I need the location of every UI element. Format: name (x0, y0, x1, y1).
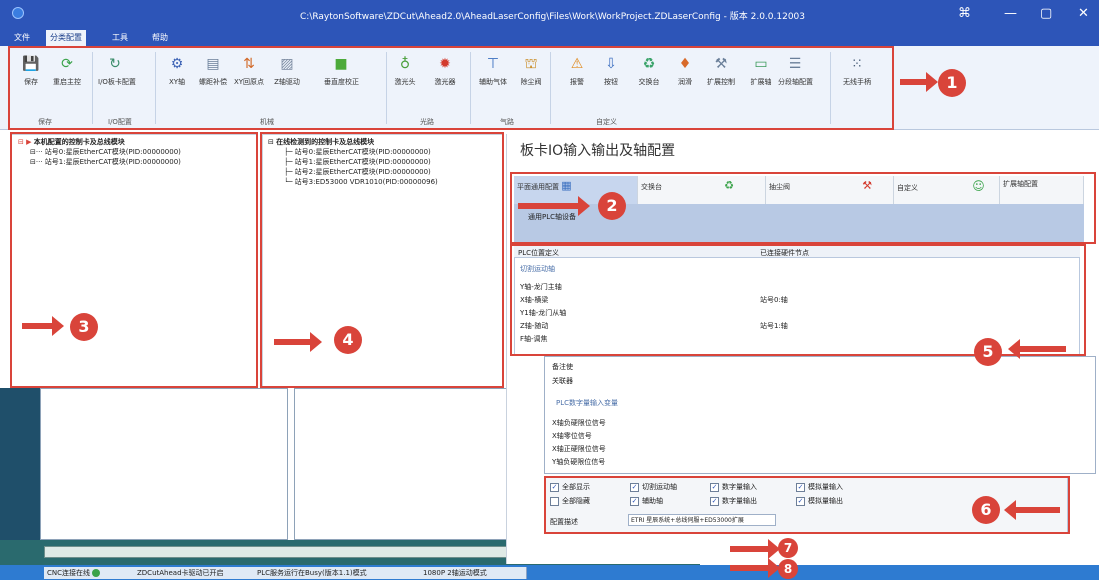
annotation-badge-5: 5 (974, 338, 1002, 366)
annotation-arrow (730, 539, 780, 559)
pin-icon[interactable]: ⌘ (958, 6, 971, 21)
maximize-button[interactable]: ▢ (1040, 6, 1052, 21)
annotation-frame-5 (510, 244, 1086, 356)
annotation-arrow (730, 558, 780, 578)
annotation-badge-6: 6 (972, 496, 1000, 524)
annotation-arrow (518, 196, 590, 216)
annotation-badge-7: 7 (778, 538, 798, 558)
annotation-frame-4 (260, 132, 504, 388)
annotation-badge-4: 4 (334, 326, 362, 354)
title-bar: C:\RaytonSoftware\ZDCut\Ahead2.0\AheadLa… (0, 0, 1099, 30)
popup-label: 关联器 (552, 377, 573, 385)
menu-tab-category-config[interactable]: 分类配置 (46, 30, 86, 46)
config-popup (544, 356, 1096, 474)
annotation-badge-3: 3 (70, 313, 98, 341)
app-icon (12, 7, 24, 19)
digital-input-row[interactable]: Y轴负硬限位信号 (552, 457, 605, 467)
digital-input-row[interactable]: X轴正硬限位信号 (552, 444, 606, 454)
status-plc: PLC服务运行在Busy(版本1.1)模式 (254, 567, 425, 579)
annotation-arrow (22, 316, 64, 336)
menu-tab-file[interactable]: 文件 (10, 30, 34, 46)
close-button[interactable]: ✕ (1078, 6, 1089, 21)
annotation-arrow (1004, 500, 1060, 520)
status-mode: 1080P 2轴运动模式 (420, 567, 527, 579)
window-title: C:\RaytonSoftware\ZDCut\Ahead2.0\AheadLa… (300, 12, 805, 22)
annotation-badge-1: 1 (938, 69, 966, 97)
popup-label: 备注使 (552, 363, 573, 371)
page-title: 板卡IO输入输出及轴配置 (520, 143, 676, 159)
overlay-pane (294, 388, 508, 540)
annotation-arrow (1008, 339, 1066, 359)
digital-input-row[interactable]: X轴零位信号 (552, 431, 592, 441)
annotation-badge-2: 2 (598, 192, 626, 220)
digital-input-row[interactable]: X轴负硬限位信号 (552, 418, 606, 428)
background-strip (0, 388, 44, 565)
annotation-frame-1 (8, 46, 894, 130)
menu-tab-tools[interactable]: 工具 (108, 30, 132, 46)
annotation-frame-3 (10, 132, 258, 388)
menu-tab-help[interactable]: 帮助 (148, 30, 172, 46)
annotation-badge-8: 8 (778, 559, 798, 579)
status-driver: ZDCutAhead卡驱动已开启 (134, 567, 259, 579)
status-cnc: CNC连接在线 (44, 567, 139, 579)
minimize-button[interactable]: — (1004, 6, 1017, 21)
annotation-arrow (900, 72, 938, 92)
ok-icon (92, 569, 101, 577)
overlay-pane (40, 388, 288, 540)
annotation-arrow (274, 332, 322, 352)
section-label-digital: PLC数字量输入变量 (556, 399, 619, 407)
